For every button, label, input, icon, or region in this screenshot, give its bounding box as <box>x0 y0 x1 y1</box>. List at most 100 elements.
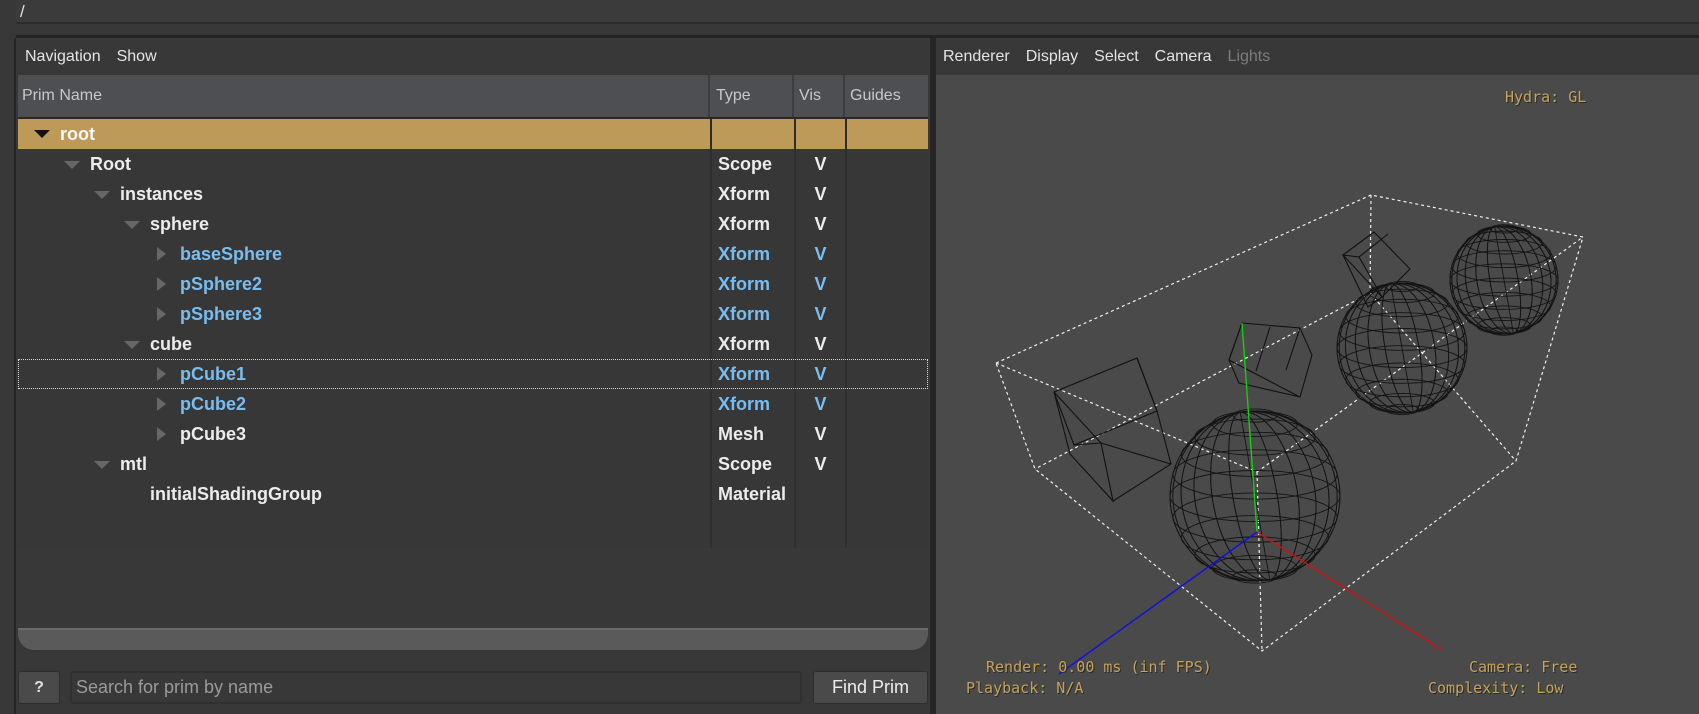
visibility-toggle[interactable]: V <box>794 299 845 329</box>
find-prim-button[interactable]: Find Prim <box>813 671 928 704</box>
prim-type-cell: Mesh <box>710 419 794 449</box>
expand-arrow-down-icon[interactable] <box>32 119 52 149</box>
visibility-toggle[interactable]: V <box>794 269 845 299</box>
visibility-toggle[interactable]: V <box>794 239 845 269</box>
prim-type-cell: Scope <box>710 449 794 479</box>
collapse-arrow-right-icon[interactable] <box>152 359 172 389</box>
tree-row-cube[interactable]: cube Xform V <box>18 329 928 359</box>
prim-browser-panel: Navigation Show Prim Name Type Vis Guide… <box>16 38 930 714</box>
tree-row-pSphere3[interactable]: pSphere3 Xform V <box>18 299 928 329</box>
viewport-scene <box>995 194 1584 675</box>
column-header-vis[interactable]: Vis <box>794 75 845 117</box>
prim-type-cell: Xform <box>710 239 794 269</box>
collapse-arrow-right-icon[interactable] <box>152 299 172 329</box>
prim-name-cell: sphere <box>18 209 710 239</box>
prim-name-label: pCube2 <box>180 394 247 414</box>
visibility-toggle[interactable]: V <box>794 179 845 209</box>
collapse-arrow-right-icon[interactable] <box>152 239 172 269</box>
guides-toggle[interactable] <box>845 209 928 239</box>
tree-row-pCube2[interactable]: pCube2 Xform V <box>18 389 928 419</box>
guides-toggle[interactable] <box>845 119 928 149</box>
visibility-toggle[interactable]: V <box>794 359 845 389</box>
prim-name-label: pCube1 <box>180 364 247 384</box>
expand-arrow-down-icon[interactable] <box>122 209 142 239</box>
collapse-arrow-right-icon[interactable] <box>152 389 172 419</box>
menu-camera[interactable]: Camera <box>1155 48 1212 66</box>
menu-renderer[interactable]: Renderer <box>943 48 1010 66</box>
column-header-prim-name[interactable]: Prim Name <box>18 75 710 117</box>
guides-toggle[interactable] <box>845 329 928 359</box>
horizontal-scrollbar[interactable] <box>18 628 928 652</box>
prim-search-input[interactable] <box>70 671 802 704</box>
expand-arrow-down-icon[interactable] <box>122 329 142 359</box>
viewer-menubar: Renderer Display Select Camera Lights <box>936 38 1699 75</box>
tree-row-root[interactable]: root <box>18 119 928 149</box>
tree-row-pCube3[interactable]: pCube3 Mesh V <box>18 419 928 449</box>
help-button[interactable]: ? <box>18 671 60 704</box>
menu-show[interactable]: Show <box>117 48 157 66</box>
guides-toggle[interactable] <box>845 479 928 509</box>
prim-type-cell: Xform <box>710 179 794 209</box>
visibility-toggle[interactable]: V <box>794 389 845 419</box>
expand-arrow-down-icon[interactable] <box>62 149 82 179</box>
prim-name-label: root <box>60 124 95 144</box>
axis-x <box>1256 531 1443 651</box>
tree-row-instances[interactable]: instances Xform V <box>18 179 928 209</box>
tree-row-pSphere2[interactable]: pSphere2 Xform V <box>18 269 928 299</box>
visibility-toggle[interactable]: V <box>794 419 845 449</box>
prim-type-cell: Xform <box>710 359 794 389</box>
prim-name-label: pCube3 <box>180 424 247 444</box>
expand-arrow-down-icon[interactable] <box>92 449 112 479</box>
prim-name-cell: pSphere3 <box>18 299 710 329</box>
collapse-arrow-right-icon[interactable] <box>152 419 172 449</box>
visibility-toggle[interactable] <box>794 479 845 509</box>
visibility-toggle[interactable]: V <box>794 329 845 359</box>
prim-tree-rows: root Root Scope Vinstances Xform Vsphere Xform… <box>18 119 928 509</box>
tree-row-baseSphere[interactable]: baseSphere Xform V <box>18 239 928 269</box>
visibility-toggle[interactable]: V <box>794 149 845 179</box>
expand-arrow-down-icon[interactable] <box>92 179 112 209</box>
hud-complexity: Complexity: Low <box>1428 679 1564 697</box>
guides-toggle[interactable] <box>845 149 928 179</box>
menu-navigation[interactable]: Navigation <box>25 48 101 66</box>
guides-toggle[interactable] <box>845 269 928 299</box>
visibility-toggle[interactable]: V <box>794 209 845 239</box>
prim-type-cell: Xform <box>710 269 794 299</box>
guides-toggle[interactable] <box>845 299 928 329</box>
prim-tree[interactable]: Prim Name Type Vis Guides root Root Scope V… <box>18 75 928 548</box>
collapse-arrow-right-icon[interactable] <box>152 269 172 299</box>
tree-row-Root[interactable]: Root Scope V <box>18 149 928 179</box>
prim-name-cell: Root <box>18 149 710 179</box>
bbox-edge <box>1034 292 1371 470</box>
guides-toggle[interactable] <box>845 449 928 479</box>
prim-name-cell: instances <box>18 179 710 209</box>
scrollbar-handle[interactable] <box>18 628 928 650</box>
visibility-toggle[interactable] <box>794 119 845 149</box>
axis-z <box>1058 531 1258 675</box>
menu-display[interactable]: Display <box>1026 48 1078 66</box>
guides-toggle[interactable] <box>845 239 928 269</box>
prim-path-bar[interactable]: / <box>16 0 1699 24</box>
tree-row-sphere[interactable]: sphere Xform V <box>18 209 928 239</box>
column-header-guides[interactable]: Guides <box>845 75 928 117</box>
tree-row-pCube1[interactable]: pCube1 Xform V <box>18 359 928 389</box>
prim-type-cell: Xform <box>710 389 794 419</box>
prim-name-cell: mtl <box>18 449 710 479</box>
3d-viewport[interactable]: Hydra: GL Render: 0.00 ms (inf FPS) Play… <box>936 75 1699 714</box>
guides-toggle[interactable] <box>845 359 928 389</box>
prim-name-label: sphere <box>150 214 210 234</box>
spheres-group <box>1169 224 1559 584</box>
guides-toggle[interactable] <box>845 179 928 209</box>
prim-name-label: cube <box>150 334 193 354</box>
menu-select[interactable]: Select <box>1094 48 1138 66</box>
prim-path-text[interactable]: / <box>20 2 25 22</box>
visibility-toggle[interactable]: V <box>794 449 845 479</box>
tree-row-initialShadingGroup[interactable]: initialShadingGroup Material <box>18 479 928 509</box>
guides-toggle[interactable] <box>845 419 928 449</box>
prim-name-cell: baseSphere <box>18 239 710 269</box>
browser-menubar: Navigation Show <box>16 38 930 75</box>
tree-row-mtl[interactable]: mtl Scope V <box>18 449 928 479</box>
stage-viewer-panel: Renderer Display Select Camera Lights Hy… <box>936 38 1699 714</box>
column-header-type[interactable]: Type <box>710 75 794 117</box>
guides-toggle[interactable] <box>845 389 928 419</box>
